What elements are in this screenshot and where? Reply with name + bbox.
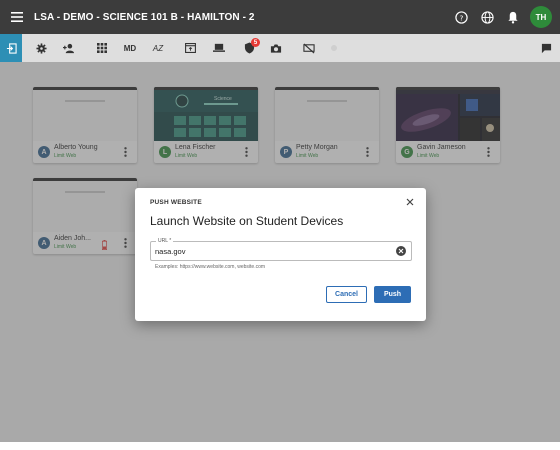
dot-icon xyxy=(331,45,337,51)
grid-view-button[interactable] xyxy=(95,34,109,62)
url-label: URL * xyxy=(156,238,174,244)
gear-icon xyxy=(35,42,47,54)
class-title: LSA - DEMO - SCIENCE 101 B - HAMILTON - … xyxy=(34,11,255,23)
laptop-icon xyxy=(213,43,225,52)
exit-class-button[interactable] xyxy=(0,34,22,62)
disabled-tool-button xyxy=(328,34,340,62)
close-button[interactable] xyxy=(404,196,416,208)
grid-icon xyxy=(97,43,107,53)
toolbar: MD AZ 5 xyxy=(0,34,560,62)
web-limits-badge: 5 xyxy=(251,38,260,47)
sort-button[interactable]: AZ xyxy=(150,34,166,62)
sort-az-label: AZ xyxy=(152,43,164,53)
header-actions: ? TH xyxy=(446,0,560,34)
bottom-strip xyxy=(0,442,560,450)
chat-icon xyxy=(541,43,551,53)
url-field: URL * xyxy=(150,238,412,261)
bell-icon xyxy=(508,11,518,24)
web-window-icon xyxy=(184,43,196,53)
notifications-button[interactable] xyxy=(502,6,524,28)
block-screens-button[interactable] xyxy=(301,34,317,62)
snapshot-button[interactable] xyxy=(268,34,284,62)
help-button[interactable]: ? xyxy=(450,6,472,28)
chat-button[interactable] xyxy=(538,34,554,62)
screen-share-button[interactable] xyxy=(211,34,227,62)
push-button[interactable]: Push xyxy=(374,286,411,303)
camera-icon xyxy=(270,44,282,53)
screen-off-icon xyxy=(303,42,315,54)
thumbnail-size-button[interactable]: MD xyxy=(122,34,138,62)
url-input[interactable] xyxy=(155,247,375,256)
globe-icon xyxy=(480,10,494,24)
url-hint: Examples: https://www.website.com, websi… xyxy=(155,264,266,270)
settings-button[interactable] xyxy=(34,34,48,62)
push-website-dialog: PUSH WEBSITE Launch Website on Student D… xyxy=(135,188,426,321)
add-student-button[interactable] xyxy=(60,34,76,62)
dialog-header: PUSH WEBSITE xyxy=(150,199,202,206)
close-icon xyxy=(406,198,414,206)
cancel-button[interactable]: Cancel xyxy=(326,286,367,303)
add-person-icon xyxy=(62,43,74,53)
globe-button[interactable] xyxy=(476,6,498,28)
user-avatar[interactable]: TH xyxy=(530,6,552,28)
web-limits-button[interactable]: 5 xyxy=(240,34,260,62)
app-header: LSA - DEMO - SCIENCE 101 B - HAMILTON - … xyxy=(0,0,560,34)
hamburger-menu-button[interactable] xyxy=(0,0,34,34)
clear-url-button[interactable] xyxy=(396,246,406,256)
help-icon: ? xyxy=(454,10,468,24)
svg-text:?: ? xyxy=(459,13,463,22)
hamburger-icon xyxy=(11,12,23,22)
push-website-button[interactable] xyxy=(183,34,197,62)
clear-icon xyxy=(398,248,404,254)
exit-icon xyxy=(6,42,17,54)
dialog-title: Launch Website on Student Devices xyxy=(150,214,344,228)
